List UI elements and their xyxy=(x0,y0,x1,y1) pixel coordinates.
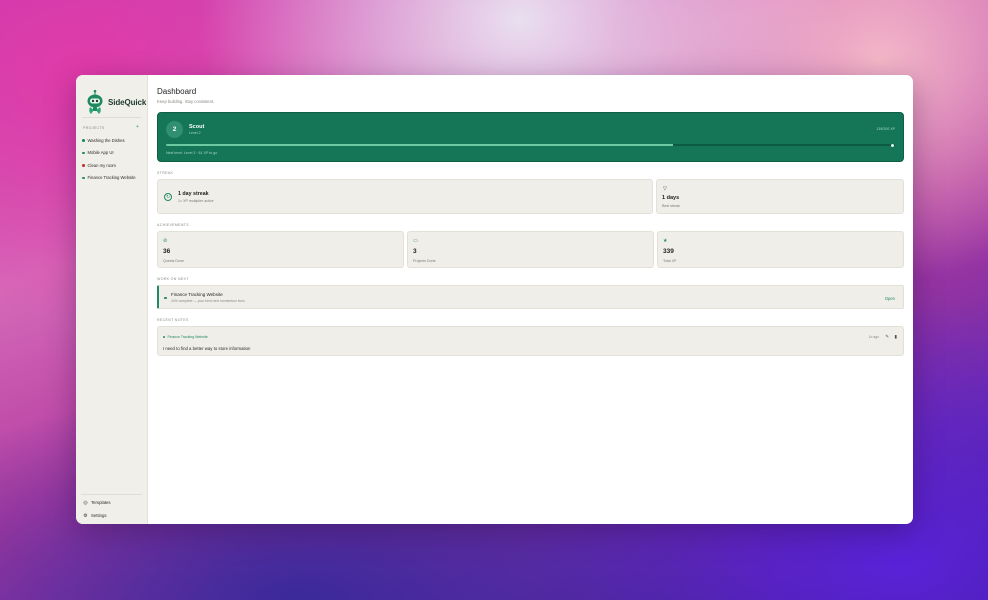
note-timestamp: 1d ago xyxy=(868,334,879,339)
achievement-label: Projects Done xyxy=(413,259,436,263)
sidebar-item-clean-room[interactable]: Clean my room xyxy=(76,159,147,172)
xp-readout: 139/200 XP xyxy=(876,127,895,131)
achievement-card-projects: ▭ 3 Projects Done xyxy=(407,231,654,268)
sidebar-item-mobile-app-ui[interactable]: Mobile App UI xyxy=(76,147,147,160)
app-window: SideQuick PROJECTS + Washing the Dishes … xyxy=(76,75,913,524)
project-color-dot xyxy=(82,139,85,142)
streak-card: ↻ 1 day streak 1× XP multiplier active xyxy=(157,179,653,214)
achievement-card-quests: ⊘ 36 Quests Done xyxy=(157,231,404,268)
sidebar-item-finance-tracking[interactable]: Finance Tracking Website xyxy=(76,172,147,185)
notes-section-label: RECENT NOTES xyxy=(157,318,189,322)
streak-section-label: STREAK xyxy=(157,171,174,175)
next-level-text: Next level: Level 3 · 61 XP to go xyxy=(166,151,218,155)
open-project-button[interactable]: Open xyxy=(885,296,895,301)
level-card: 2 Scout Level 2 139/200 XP Next level: L… xyxy=(157,112,904,162)
work-next-subtitle: 44% complete — your best next momentum l… xyxy=(171,299,245,303)
level-name: Scout xyxy=(189,124,205,130)
xp-target-marker xyxy=(891,143,894,147)
project-color-dot xyxy=(82,176,85,179)
xp-progress-fill xyxy=(166,144,673,146)
achievement-value: 339 xyxy=(663,248,674,255)
project-color-dot xyxy=(163,336,166,339)
templates-icon: ◎ xyxy=(83,499,88,506)
sidebar-divider xyxy=(81,494,142,495)
note-project-tag[interactable]: Finance Tracking Website xyxy=(168,335,208,339)
trophy-icon: ▽ xyxy=(663,186,667,192)
projects-header: PROJECTS + xyxy=(76,118,147,134)
page-title: Dashboard xyxy=(157,87,197,96)
templates-label: Templates xyxy=(91,500,111,505)
achievements-section-label: ACHIEVEMENTS xyxy=(157,223,189,227)
check-circle-icon: ⊘ xyxy=(163,238,168,244)
achievement-label: Quests Done xyxy=(163,259,184,263)
streak-title: 1 day streak xyxy=(178,191,209,197)
sidebar-item-templates[interactable]: ◎ Templates xyxy=(76,496,147,509)
project-label: Washing the Dishes xyxy=(87,137,125,143)
xp-progress-bar xyxy=(166,144,895,146)
projects-label: PROJECTS xyxy=(83,125,105,130)
project-label: Finance Tracking Website xyxy=(87,175,136,181)
project-color-dot xyxy=(82,151,85,154)
project-label: Clean my room xyxy=(87,162,116,168)
work-next-section-label: WORK ON NEXT xyxy=(157,277,189,281)
edit-note-icon[interactable]: ✎ xyxy=(885,334,889,340)
project-color-dot xyxy=(164,296,167,299)
best-streak-card: ▽ 1 days Best streak xyxy=(656,179,904,214)
best-streak-label: Best streak xyxy=(662,204,680,208)
delete-note-icon[interactable]: ▮ xyxy=(895,334,897,340)
note-card: Finance Tracking Website 1d ago ✎ ▮ I ne… xyxy=(157,326,904,356)
sidebar-bottom: ◎ Templates ⚙ Settings xyxy=(76,494,147,524)
work-next-title: Finance Tracking Website xyxy=(171,292,223,297)
level-subtitle: Level 2 xyxy=(189,131,201,135)
sidebar-item-settings[interactable]: ⚙ Settings xyxy=(76,509,147,522)
gear-icon: ⚙ xyxy=(83,512,88,519)
level-badge: 2 xyxy=(166,121,183,138)
project-list: Washing the Dishes Mobile App UI Clean m… xyxy=(76,134,147,184)
work-next-card[interactable]: Finance Tracking Website 44% complete — … xyxy=(157,285,904,309)
settings-label: Settings xyxy=(91,513,107,518)
achievement-card-xp: ★ 339 Total XP xyxy=(657,231,904,268)
sidebar-item-washing-dishes[interactable]: Washing the Dishes xyxy=(76,134,147,147)
brand-name: SideQuick xyxy=(108,97,147,107)
brand[interactable]: SideQuick xyxy=(76,75,147,117)
streak-subtitle: 1× XP multiplier active xyxy=(178,199,214,203)
page-subtitle: Keep building. Stay consistent. xyxy=(157,99,215,104)
main-content: Dashboard Keep building. Stay consistent… xyxy=(148,75,913,524)
best-streak-value: 1 days xyxy=(662,195,680,201)
streak-row: ↻ 1 day streak 1× XP multiplier active ▽… xyxy=(157,179,904,214)
add-project-icon[interactable]: + xyxy=(136,125,139,130)
achievement-label: Total XP xyxy=(663,259,677,263)
project-label: Mobile App UI xyxy=(87,150,114,156)
folder-icon: ▭ xyxy=(413,238,418,244)
achievements-row: ⊘ 36 Quests Done ▭ 3 Projects Done ★ 339… xyxy=(157,231,904,268)
project-color-dot xyxy=(82,164,85,167)
robot-logo-icon xyxy=(87,89,103,114)
achievement-value: 3 xyxy=(413,248,417,255)
note-text: I need to find a better way to store inf… xyxy=(163,346,251,351)
flame-icon: ↻ xyxy=(164,193,172,201)
star-icon: ★ xyxy=(663,238,668,244)
achievement-value: 36 xyxy=(163,248,171,255)
sidebar: SideQuick PROJECTS + Washing the Dishes … xyxy=(76,75,148,524)
